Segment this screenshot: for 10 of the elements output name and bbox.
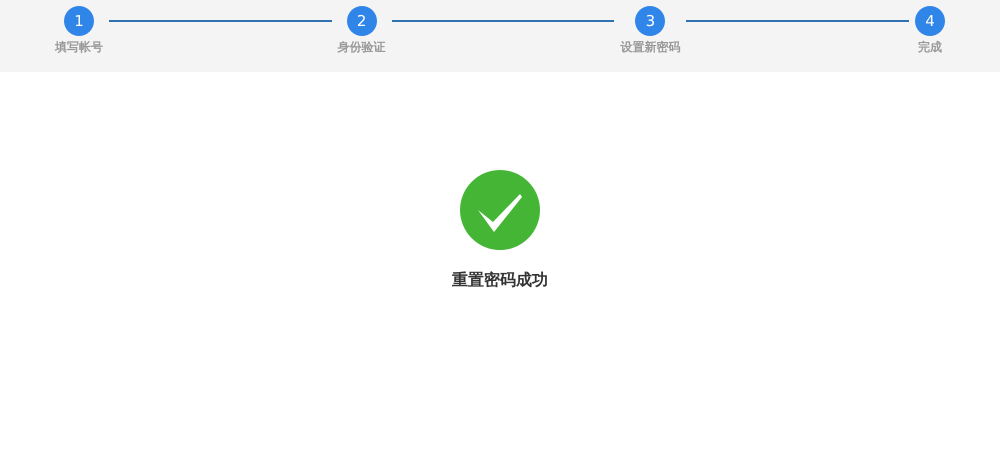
success-message: 重置密码成功: [452, 270, 548, 291]
step-label: 完成: [918, 39, 942, 56]
step-number: 1: [64, 6, 94, 36]
step-number: 2: [346, 6, 377, 36]
step-label: 设置新密码: [620, 39, 680, 56]
step-number: 3: [635, 6, 666, 36]
check-icon: [460, 170, 540, 250]
step-label: 填写帐号: [55, 39, 103, 56]
step-number: 4: [915, 6, 946, 36]
step-label: 身份验证: [338, 39, 386, 56]
